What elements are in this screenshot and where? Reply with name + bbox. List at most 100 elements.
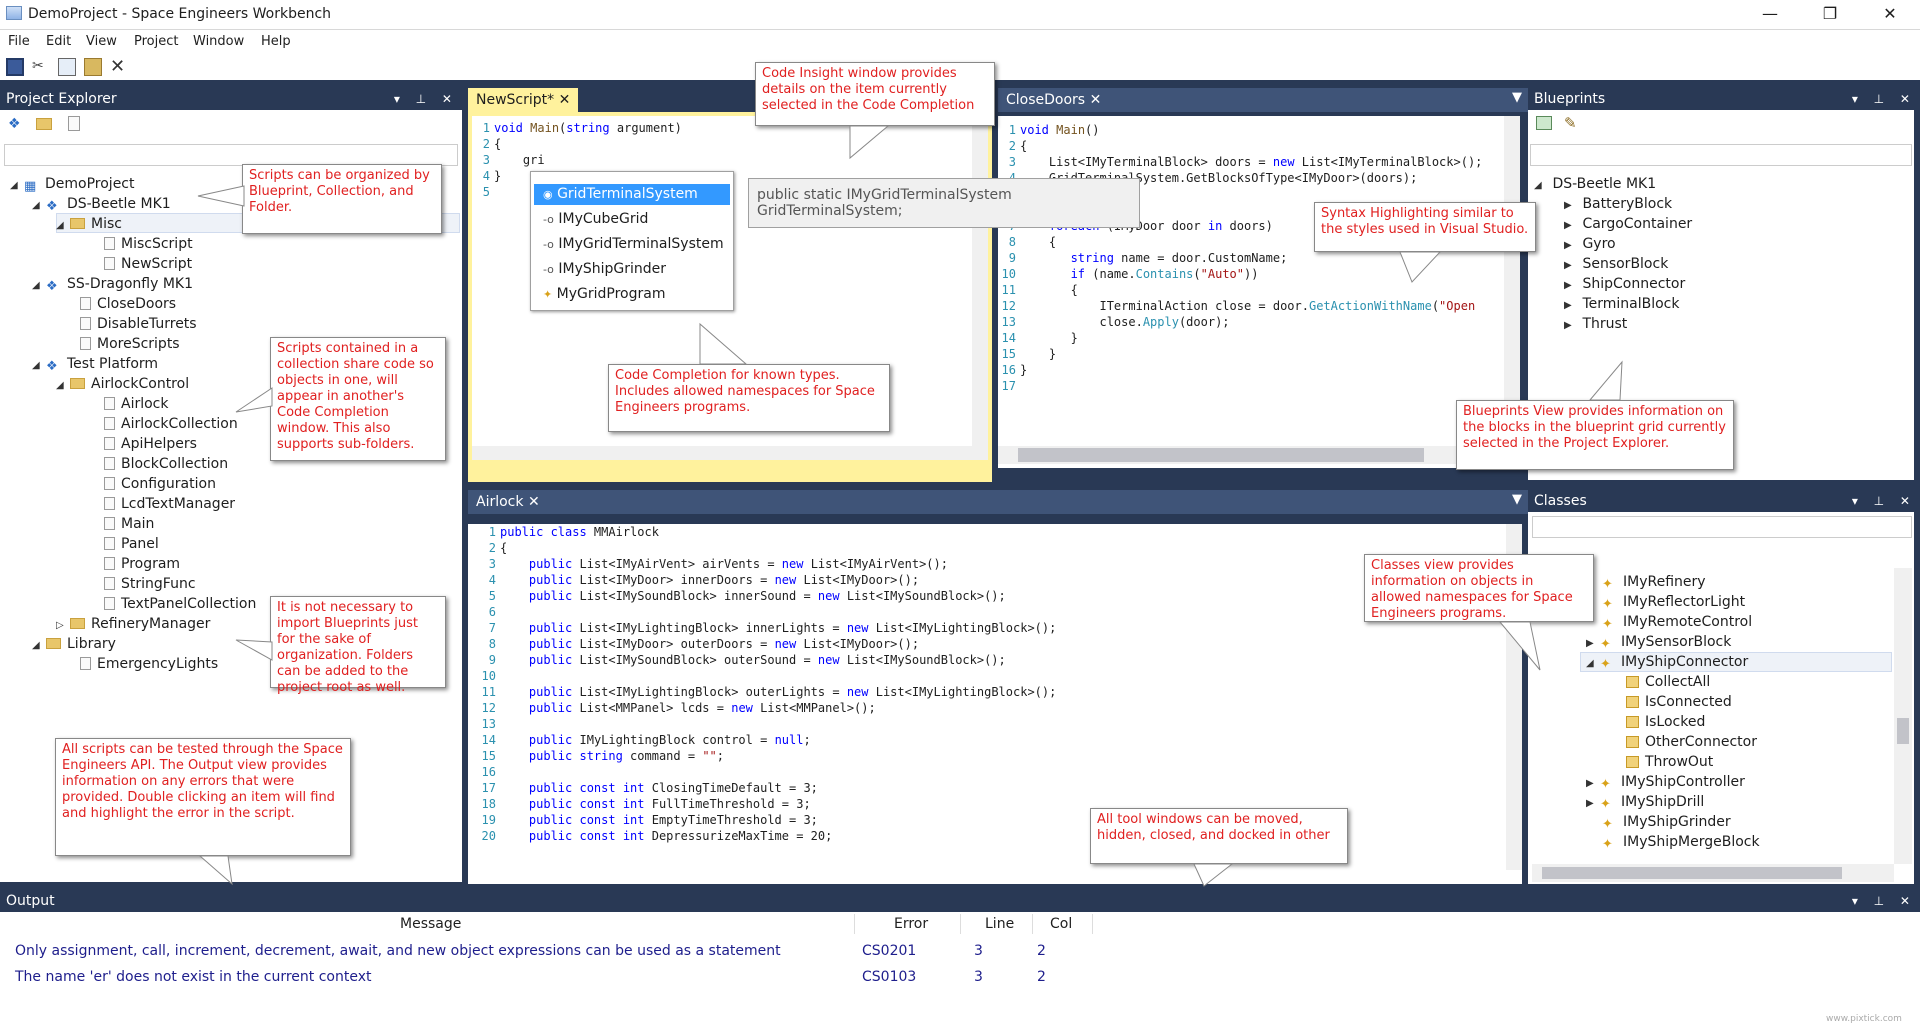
tree-item[interactable]: ◢ ▦ DemoProject [10, 174, 135, 194]
tree-item[interactable]: CollectAll [1626, 672, 1710, 692]
tree-item[interactable]: IsConnected [1626, 692, 1732, 712]
tree-item[interactable]: ✦ IMyRemoteControl [1602, 612, 1752, 632]
tree-item[interactable]: ▶ Thrust [1564, 314, 1627, 334]
error-col[interactable]: 2 [1037, 969, 1046, 985]
tree-item[interactable]: ▶ ✦ IMyShipDrill [1586, 792, 1704, 812]
close-icon[interactable]: ✕ [559, 92, 571, 108]
paste-icon[interactable] [84, 58, 102, 76]
tab-closedoors[interactable]: CloseDoors ✕ [998, 88, 1109, 112]
classes-search-input[interactable] [1532, 516, 1912, 538]
tree-item[interactable]: ApiHelpers [104, 434, 197, 454]
tree-item[interactable]: ▶ BatteryBlock [1564, 194, 1672, 214]
tree-item[interactable]: ✦ IMyReflectorLight [1602, 592, 1745, 612]
tree-item[interactable]: ▶ Gyro [1564, 234, 1616, 254]
restore-icon[interactable]: ❐ [1810, 3, 1850, 25]
column-line[interactable]: Line [985, 916, 1014, 932]
panel-controls[interactable]: ▾ ⊥ ✕ [1852, 490, 1916, 512]
tree-item[interactable]: ✦ IMyRefinery [1602, 572, 1706, 592]
error-message[interactable]: The name 'er' does not exist in the curr… [15, 969, 371, 985]
minimize-icon[interactable]: — [1750, 3, 1790, 25]
tree-item[interactable]: AirlockCollection [104, 414, 238, 434]
scroll-thumb[interactable] [1018, 448, 1424, 462]
tree-item[interactable]: Panel [104, 534, 159, 554]
tree-item[interactable]: MoreScripts [80, 334, 180, 354]
add-blueprint-icon[interactable]: ❖ [8, 116, 21, 132]
tree-item[interactable]: ▷ RefineryManager [56, 614, 210, 634]
completion-item[interactable]: ◉ GridTerminalSystem [543, 184, 698, 204]
tree-item[interactable]: ▶ ✦ IMySensorBlock [1586, 632, 1731, 652]
error-line[interactable]: 3 [974, 969, 983, 985]
error-message[interactable]: Only assignment, call, increment, decrem… [15, 943, 781, 959]
panel-controls[interactable]: ▾ ⊥ ✕ [1852, 890, 1916, 912]
tree-item[interactable]: Main [104, 514, 154, 534]
tree-item[interactable]: Program [104, 554, 180, 574]
completion-item[interactable]: -o IMyShipGrinder [543, 259, 666, 279]
delete-icon[interactable]: ✕ [110, 58, 128, 76]
tree-item[interactable]: StringFunc [104, 574, 196, 594]
tab-airlock[interactable]: Airlock ✕ [468, 490, 548, 514]
dropdown-icon[interactable]: ▼ [1512, 492, 1522, 507]
error-code[interactable]: CS0201 [862, 943, 916, 959]
add-script-icon[interactable] [68, 116, 80, 131]
closedoors-editor[interactable]: 1 void Main() 2{ 3 List<IMyTerminalBlock>… [998, 116, 1520, 468]
tree-item[interactable]: OtherConnector [1626, 732, 1757, 752]
error-code[interactable]: CS0103 [862, 969, 916, 985]
panel-controls[interactable]: ▾ ⊥ ✕ [1852, 88, 1916, 110]
view-grid-icon[interactable] [1536, 116, 1552, 130]
tree-item[interactable]: TextPanelCollection [104, 594, 256, 614]
scroll-thumb[interactable] [1542, 867, 1842, 879]
close-icon[interactable]: ✕ [1090, 92, 1102, 108]
edit-icon[interactable]: ✎ [1564, 114, 1577, 132]
project-search-input[interactable] [4, 144, 458, 166]
horizontal-scrollbar[interactable] [1532, 864, 1894, 882]
tree-item[interactable]: ◢ ❖ DS-Beetle MK1 [32, 194, 171, 214]
tree-item[interactable]: ▶ ShipConnector [1564, 274, 1685, 294]
panel-controls[interactable]: ▾ ⊥ ✕ [394, 88, 458, 110]
error-col[interactable]: 2 [1037, 943, 1046, 959]
save-icon[interactable] [6, 58, 24, 76]
column-error[interactable]: Error [894, 916, 928, 932]
cut-icon[interactable]: ✂ [32, 58, 50, 76]
tree-item[interactable]: BlockCollection [104, 454, 228, 474]
tree-item[interactable]: DisableTurrets [80, 314, 197, 334]
menu-file[interactable]: File [8, 34, 30, 49]
completion-item[interactable]: ✦ MyGridProgram [543, 284, 666, 304]
vertical-scrollbar[interactable] [1894, 568, 1912, 864]
scroll-thumb[interactable] [1897, 718, 1909, 744]
tree-item[interactable]: ✦ IMyShipMergeBlock [1602, 832, 1760, 852]
tree-item[interactable]: ◢ ❖ Test Platform [32, 354, 158, 374]
tree-item[interactable]: ▶ ✦ IMyShipController [1586, 772, 1745, 792]
tree-item[interactable]: ▶ TerminalBlock [1564, 294, 1679, 314]
tree-item[interactable]: IsLocked [1626, 712, 1705, 732]
add-folder-icon[interactable] [36, 118, 52, 130]
tree-item[interactable]: ▶ SensorBlock [1564, 254, 1668, 274]
tree-item[interactable]: Configuration [104, 474, 216, 494]
menu-edit[interactable]: Edit [46, 34, 71, 49]
column-col[interactable]: Col [1050, 916, 1072, 932]
close-icon[interactable]: ✕ [1870, 3, 1910, 25]
vertical-scrollbar[interactable] [1504, 116, 1520, 446]
tree-item[interactable]: ✦ IMyShipGrinder [1602, 812, 1731, 832]
tree-item[interactable]: MiscScript [104, 234, 193, 254]
tree-item[interactable]: EmergencyLights [80, 654, 218, 674]
dropdown-icon[interactable]: ▼ [1512, 90, 1522, 105]
tree-item[interactable]: ◢ ❖ SS-Dragonfly MK1 [32, 274, 193, 294]
menu-help[interactable]: Help [261, 34, 291, 49]
menu-view[interactable]: View [86, 34, 117, 49]
tree-item[interactable]: ThrowOut [1626, 752, 1713, 772]
completion-item[interactable]: -o IMyGridTerminalSystem [543, 234, 724, 254]
tree-item[interactable]: LcdTextManager [104, 494, 235, 514]
close-icon[interactable]: ✕ [528, 494, 540, 510]
tab-newscript[interactable]: NewScript* ✕ [468, 88, 579, 112]
tree-item[interactable]: Airlock [104, 394, 168, 414]
menu-project[interactable]: Project [134, 34, 178, 49]
horizontal-scrollbar[interactable] [472, 446, 988, 460]
copy-icon[interactable] [58, 58, 76, 76]
tree-item[interactable]: ◢ AirlockControl [56, 374, 189, 394]
blueprint-search-input[interactable] [1530, 144, 1912, 166]
tree-item[interactable]: ◢ Library [32, 634, 116, 654]
completion-item[interactable]: -o IMyCubeGrid [543, 209, 648, 229]
tree-item[interactable]: ◢ ✦ IMyShipConnector [1586, 652, 1748, 672]
horizontal-scrollbar[interactable] [998, 446, 1504, 464]
column-message[interactable]: Message [400, 916, 461, 932]
